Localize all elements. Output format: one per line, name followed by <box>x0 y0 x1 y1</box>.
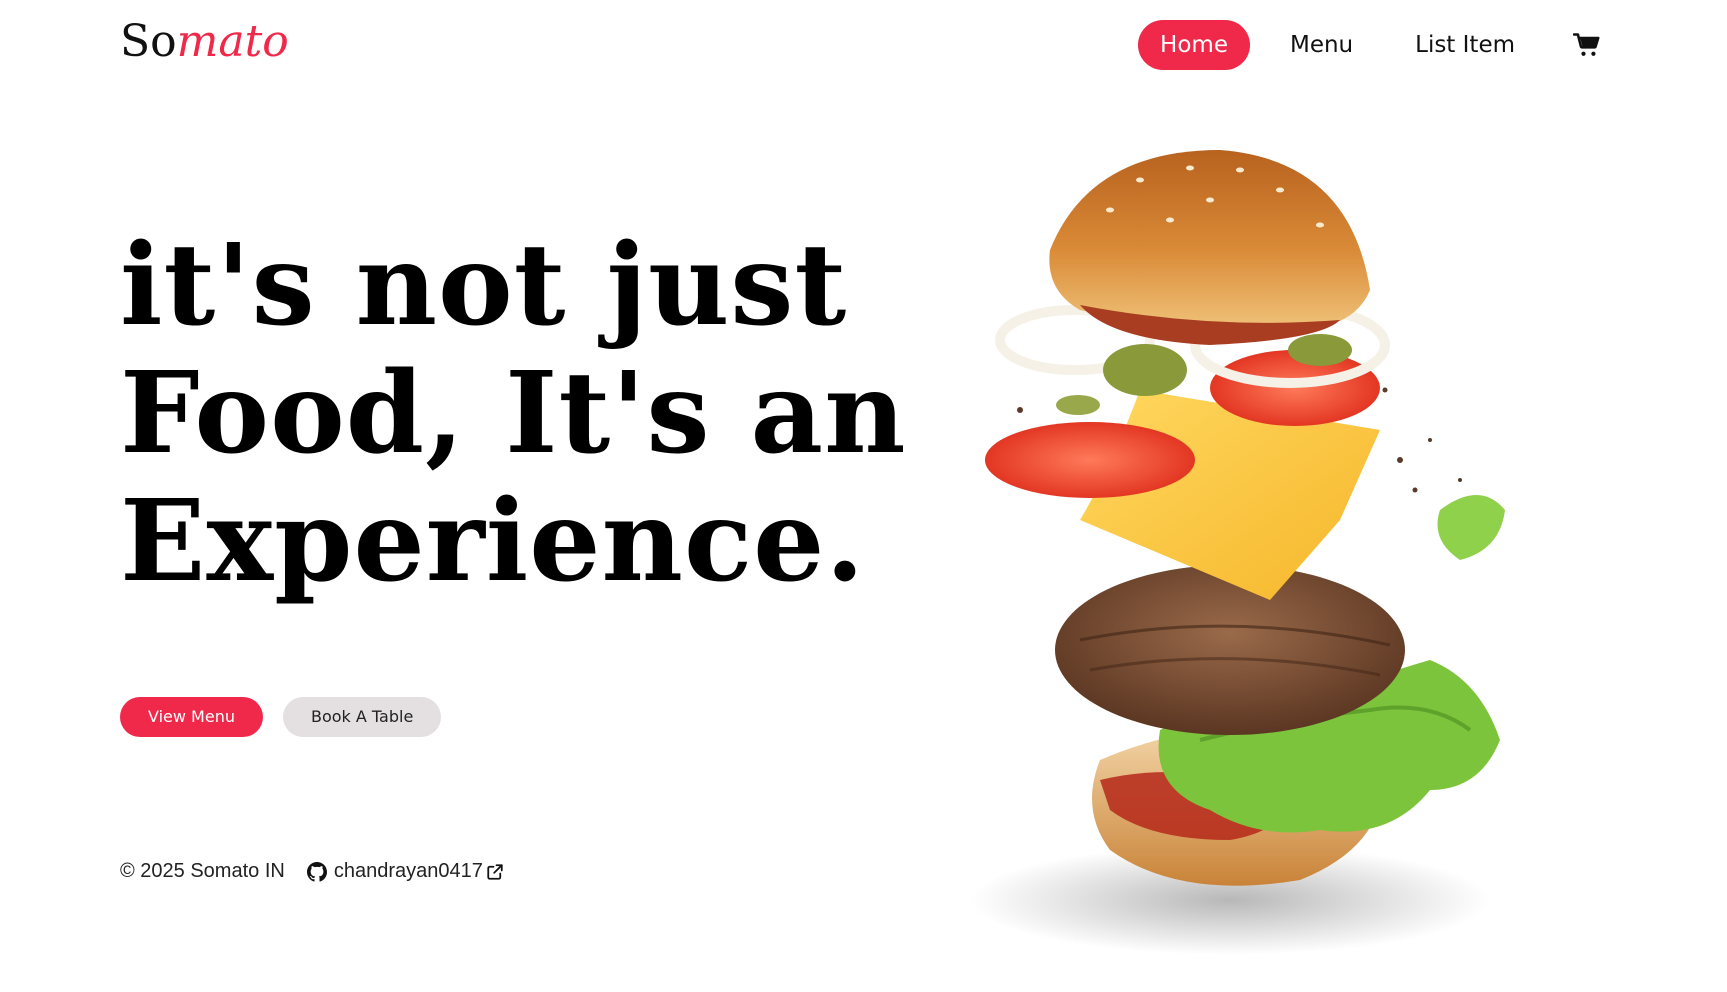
external-link-icon <box>486 863 504 881</box>
logo-part-mato: mato <box>176 16 289 67</box>
cart-icon[interactable] <box>1572 31 1601 59</box>
top-nav: Home Menu List Item <box>1138 20 1601 70</box>
book-table-button[interactable]: Book A Table <box>282 697 442 737</box>
nav-menu[interactable]: Menu <box>1268 20 1375 70</box>
hero-buttons: View Menu Book A Table <box>120 697 442 737</box>
headline-line-1: it's not just <box>120 220 848 351</box>
github-icon <box>306 861 327 882</box>
logo-part-so: So <box>120 16 177 67</box>
nav-home[interactable]: Home <box>1138 20 1250 70</box>
burger-illustration <box>970 150 1505 955</box>
page: Somato Home Menu List Item it's not just… <box>0 0 1727 992</box>
footer: © 2025 Somato IN chandrayan0417 <box>120 860 504 883</box>
headline-line-3: Experience. <box>120 476 866 607</box>
nav-list-item[interactable]: List Item <box>1393 20 1537 70</box>
hero-headline: it's not just Food, It's an Experience. <box>120 222 940 606</box>
github-link[interactable]: chandrayan0417 <box>306 860 504 883</box>
copyright-text: © 2025 Somato IN <box>120 860 285 882</box>
logo[interactable]: Somato <box>120 14 289 70</box>
view-menu-button[interactable]: View Menu <box>120 697 263 737</box>
github-username: chandrayan0417 <box>333 860 483 882</box>
headline-line-2: Food, It's an <box>120 348 907 479</box>
